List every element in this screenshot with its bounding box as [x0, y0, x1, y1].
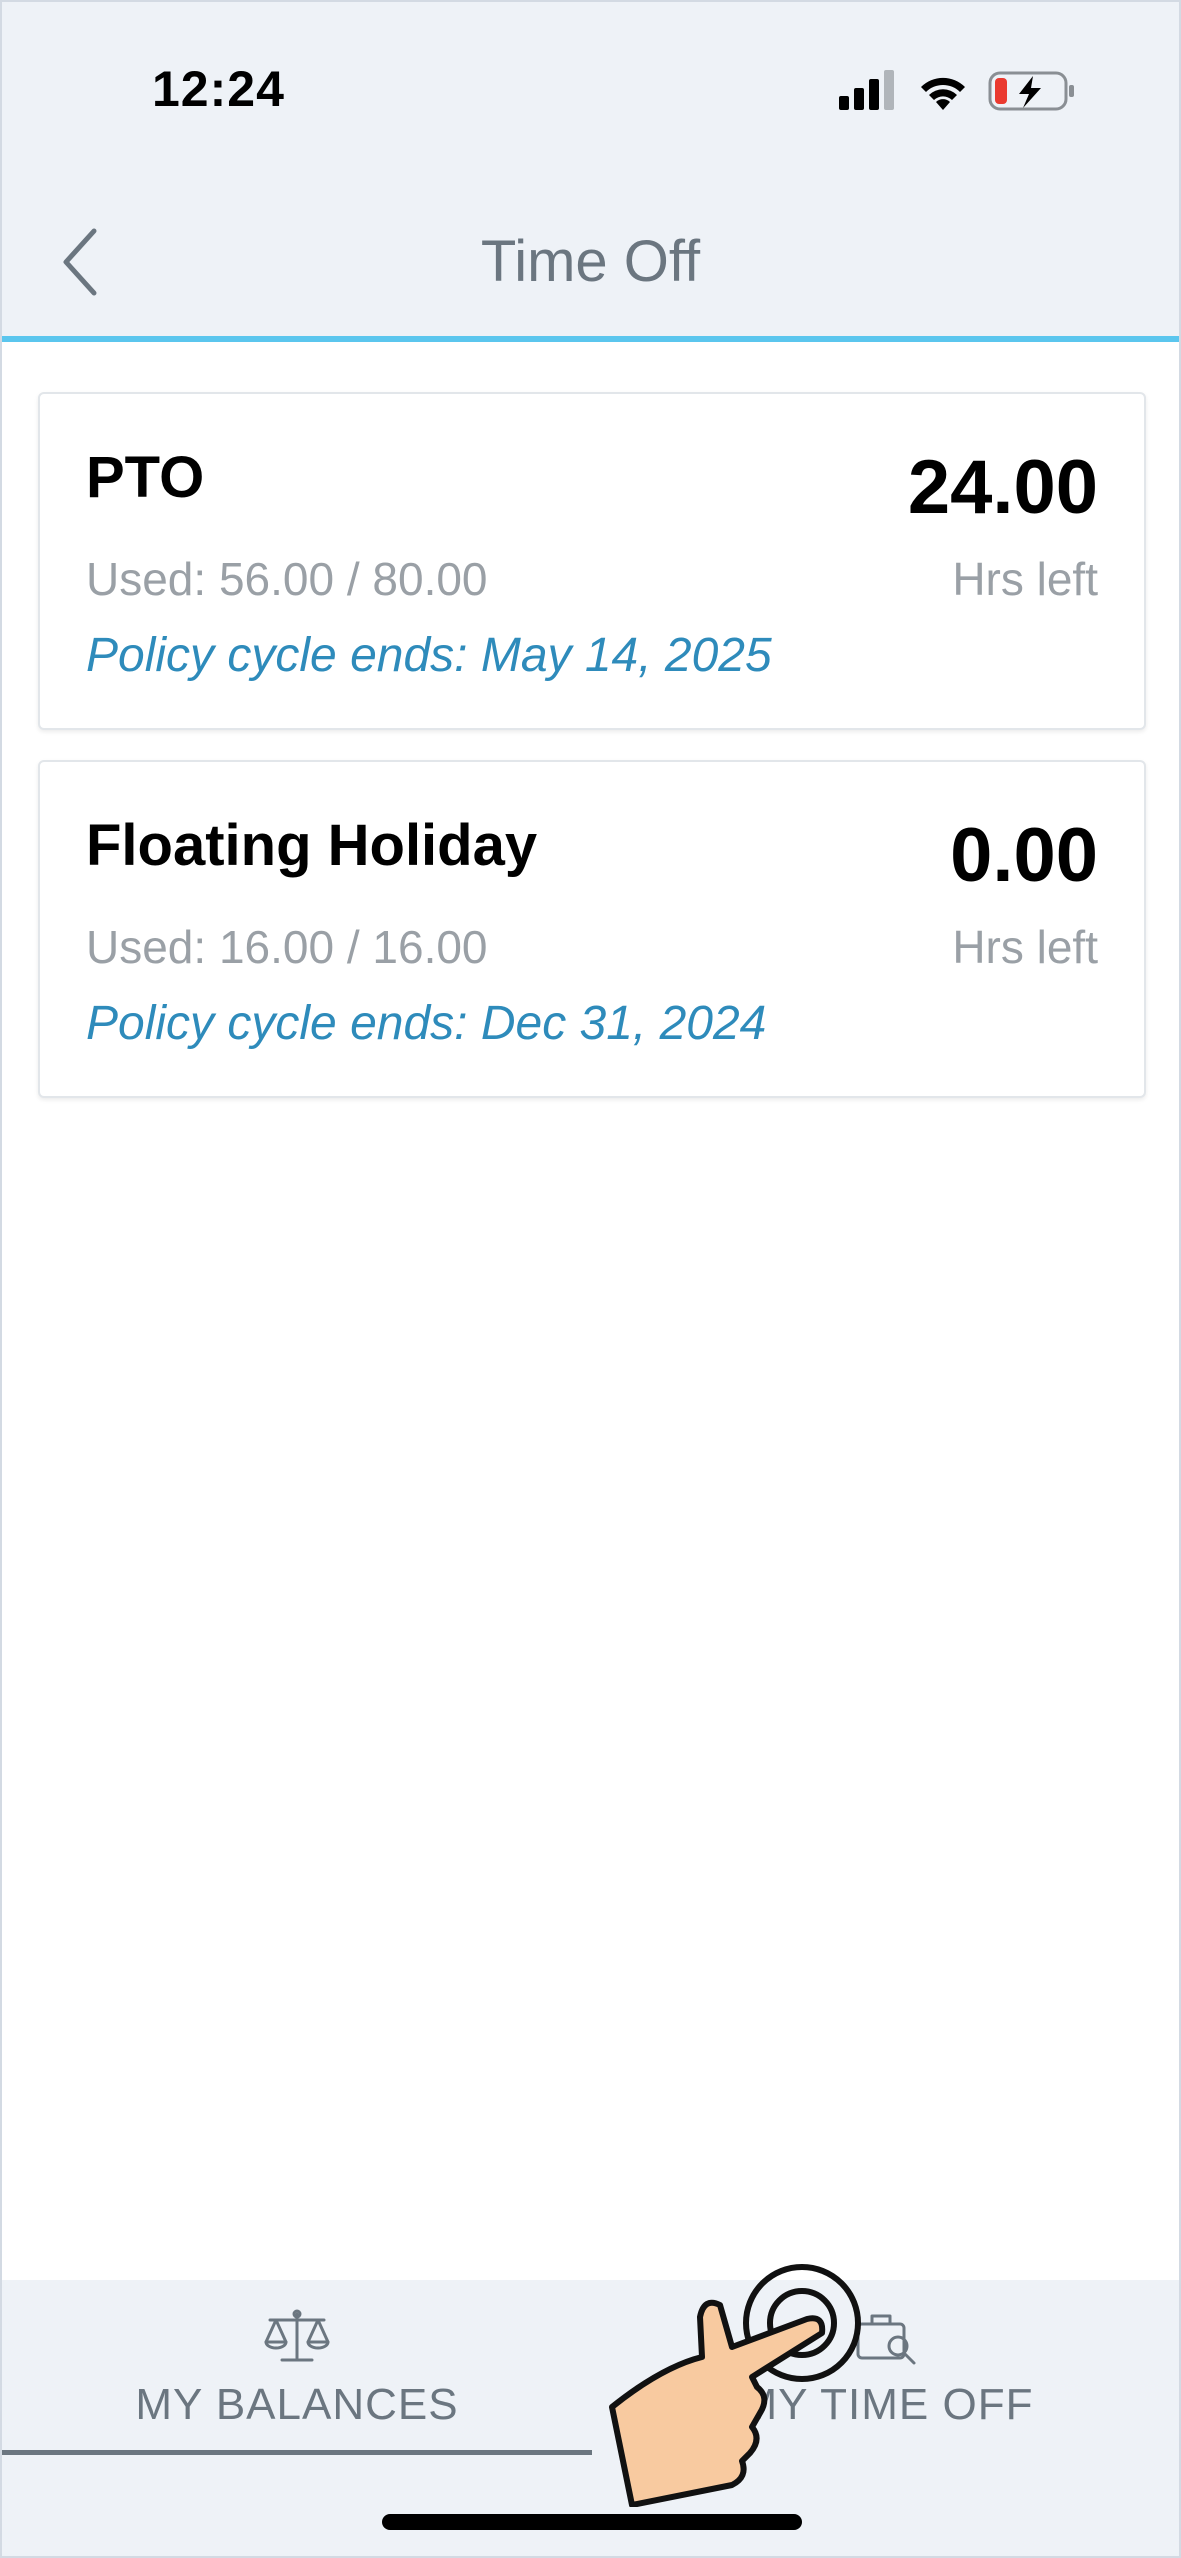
scale-icon [264, 2309, 330, 2362]
tap-hand-icon [609, 2264, 861, 2507]
hours-left-value: 0.00 [950, 813, 1098, 898]
balance-card-pto[interactable]: PTO Used: 56.00 / 80.00 Policy cycle end… [38, 392, 1146, 730]
balance-used: Used: 16.00 / 16.00 [86, 921, 488, 973]
app-screen: 12:24 Time Off PTO Used: 56.00 / 80.00 P… [0, 0, 1181, 2558]
balance-card-floating-holiday[interactable]: Floating Holiday Used: 16.00 / 16.00 Pol… [38, 760, 1146, 1098]
policy-cycle-end: Policy cycle ends: May 14, 2025 [86, 629, 772, 682]
status-bar: 12:24 [2, 2, 1179, 192]
active-tab-indicator [2, 2450, 592, 2455]
wifi-icon [921, 77, 965, 110]
home-indicator[interactable] [382, 2514, 802, 2530]
page-title: Time Off [480, 229, 701, 294]
hours-left-label: Hrs left [952, 921, 1098, 973]
status-time: 12:24 [152, 61, 285, 117]
hours-left-value: 24.00 [907, 445, 1098, 530]
cellular-signal-icon [839, 70, 894, 110]
hours-left-label: Hrs left [952, 553, 1098, 605]
policy-cycle-end: Policy cycle ends: Dec 31, 2024 [86, 997, 767, 1050]
status-icons [839, 66, 1079, 114]
battery-charging-icon [988, 71, 1074, 111]
top-app-bar: Time Off [2, 192, 1179, 342]
tab-my-balances[interactable]: MY BALANCES [2, 2280, 592, 2460]
tab-label: MY BALANCES [135, 2380, 459, 2429]
balance-used: Used: 56.00 / 80.00 [86, 553, 488, 605]
balance-name: PTO [86, 445, 205, 510]
balance-name: Floating Holiday [86, 813, 538, 878]
